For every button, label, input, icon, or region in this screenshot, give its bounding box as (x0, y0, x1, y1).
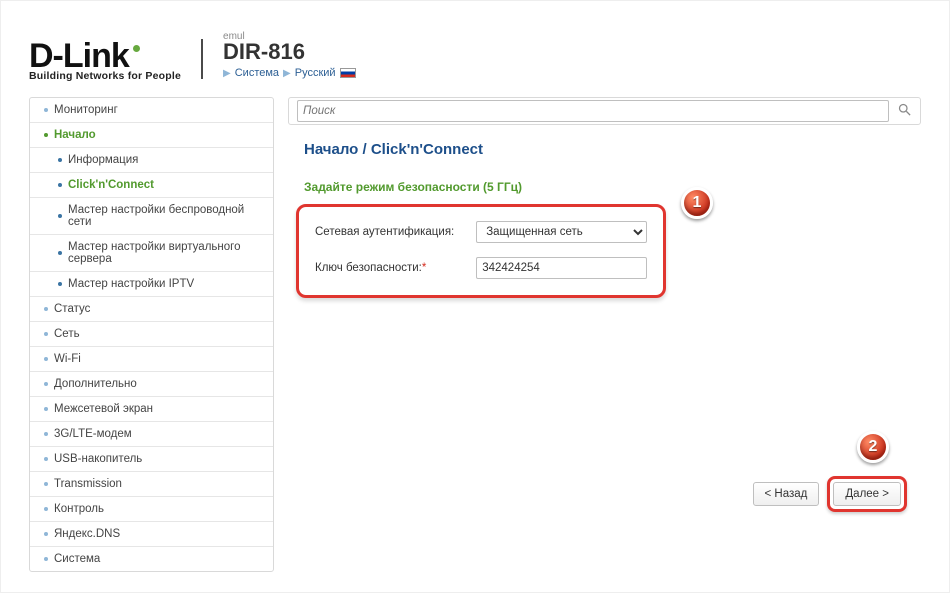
sidebar-item-monitoring[interactable]: Мониторинг (30, 98, 273, 123)
chevron-right-icon: ▶ (283, 68, 291, 79)
sidebar-item-status[interactable]: Статус (30, 297, 273, 322)
bullet-icon (44, 133, 48, 137)
header-breadcrumb: ▶ Система ▶ Русский (223, 67, 356, 79)
sidebar-item-label: Мастер настройки виртуального сервера (68, 241, 265, 265)
brand-dot-icon (133, 45, 140, 52)
sidebar-item-label: Мастер настройки беспроводной сети (68, 204, 265, 228)
sidebar-item-network[interactable]: Сеть (30, 322, 273, 347)
sidebar-item-advanced[interactable]: Дополнительно (30, 372, 273, 397)
next-button-highlight: Далее > (827, 476, 907, 512)
sidebar-item-system[interactable]: Система (30, 547, 273, 571)
network-auth-label: Сетевая аутентификация: (315, 226, 466, 238)
bullet-icon (44, 332, 48, 336)
sidebar-item-label: Межсетевой экран (54, 403, 153, 415)
bullet-icon (44, 507, 48, 511)
bullet-icon (58, 251, 62, 255)
security-key-label: Ключ безопасности:* (315, 262, 466, 274)
sidebar-item-label: Система (54, 553, 100, 565)
bullet-icon (44, 432, 48, 436)
sidebar-item-label: Информация (68, 154, 138, 166)
sidebar-item-wifi[interactable]: Wi-Fi (30, 347, 273, 372)
sidebar-item-iptv-wizard[interactable]: Мастер настройки IPTV (30, 272, 273, 297)
sidebar-item-transmission[interactable]: Transmission (30, 472, 273, 497)
next-button[interactable]: Далее > (833, 482, 901, 506)
sidebar-item-wireless-wizard[interactable]: Мастер настройки беспроводной сети (30, 198, 273, 235)
header: D-Link Building Networks for People emul… (29, 21, 921, 81)
sidebar-item-label: Мастер настройки IPTV (68, 278, 194, 290)
sidebar-item-label: Transmission (54, 478, 122, 490)
sidebar-item-usb-storage[interactable]: USB-накопитель (30, 447, 273, 472)
device-model: DIR-816 (223, 39, 356, 65)
chevron-right-icon: ▶ (223, 68, 231, 79)
bullet-icon (44, 382, 48, 386)
sidebar-nav: Мониторинг Начало Информация Click'n'Con… (29, 97, 274, 572)
bullet-icon (58, 183, 62, 187)
sidebar-item-control[interactable]: Контроль (30, 497, 273, 522)
sidebar-item-start[interactable]: Начало (30, 123, 273, 148)
sidebar-item-label: 3G/LTE-модем (54, 428, 132, 440)
sidebar-item-label: Статус (54, 303, 90, 315)
bullet-icon (44, 457, 48, 461)
sidebar-item-firewall[interactable]: Межсетевой экран (30, 397, 273, 422)
nav-system-link[interactable]: Система (235, 67, 279, 79)
sidebar-item-3g-lte-modem[interactable]: 3G/LTE-модем (30, 422, 273, 447)
brand-name: D-Link (29, 39, 129, 73)
search-icon[interactable] (897, 102, 912, 120)
sidebar-item-information[interactable]: Информация (30, 148, 273, 173)
section-title: Задайте режим безопасности (5 ГГц) (304, 180, 921, 194)
bullet-icon (58, 282, 62, 286)
brand-logo: D-Link Building Networks for People (29, 39, 181, 82)
sidebar-item-label: Контроль (54, 503, 104, 515)
sidebar-item-vserver-wizard[interactable]: Мастер настройки виртуального сервера (30, 235, 273, 272)
sidebar-item-label: Wi-Fi (54, 353, 81, 365)
brand-tagline: Building Networks for People (29, 71, 181, 82)
sidebar-item-label: USB-накопитель (54, 453, 142, 465)
sidebar-item-yandex-dns[interactable]: Яндекс.DNS (30, 522, 273, 547)
annotation-badge-2: 2 (857, 431, 889, 463)
network-auth-select[interactable]: Защищенная сеть (476, 221, 647, 243)
bullet-icon (44, 532, 48, 536)
bullet-icon (44, 482, 48, 486)
bullet-icon (44, 307, 48, 311)
sidebar-item-click-n-connect[interactable]: Click'n'Connect (30, 173, 273, 198)
annotation-badge-1: 1 (681, 187, 713, 219)
sidebar-item-label: Дополнительно (54, 378, 137, 390)
flag-russia-icon (340, 68, 356, 78)
wizard-footer: < Назад Далее > (753, 476, 907, 512)
bullet-icon (44, 557, 48, 561)
bullet-icon (44, 357, 48, 361)
sidebar-item-label: Сеть (54, 328, 80, 340)
sidebar-item-label: Мониторинг (54, 104, 118, 116)
bullet-icon (44, 407, 48, 411)
search-bar[interactable] (288, 97, 921, 125)
header-separator (201, 39, 203, 79)
page-breadcrumb: Начало / Click'n'Connect (304, 141, 921, 158)
bullet-icon (44, 108, 48, 112)
bullet-icon (58, 158, 62, 162)
sidebar-item-label: Click'n'Connect (68, 179, 154, 191)
language-switch-link[interactable]: Русский (295, 67, 336, 79)
bullet-icon (58, 214, 62, 218)
security-key-input[interactable] (476, 257, 647, 279)
search-input[interactable] (297, 100, 889, 122)
sidebar-item-label: Начало (54, 129, 96, 141)
sidebar-item-label: Яндекс.DNS (54, 528, 120, 540)
back-button[interactable]: < Назад (753, 482, 820, 506)
security-settings-form: Сетевая аутентификация: Защищенная сеть … (296, 204, 666, 298)
